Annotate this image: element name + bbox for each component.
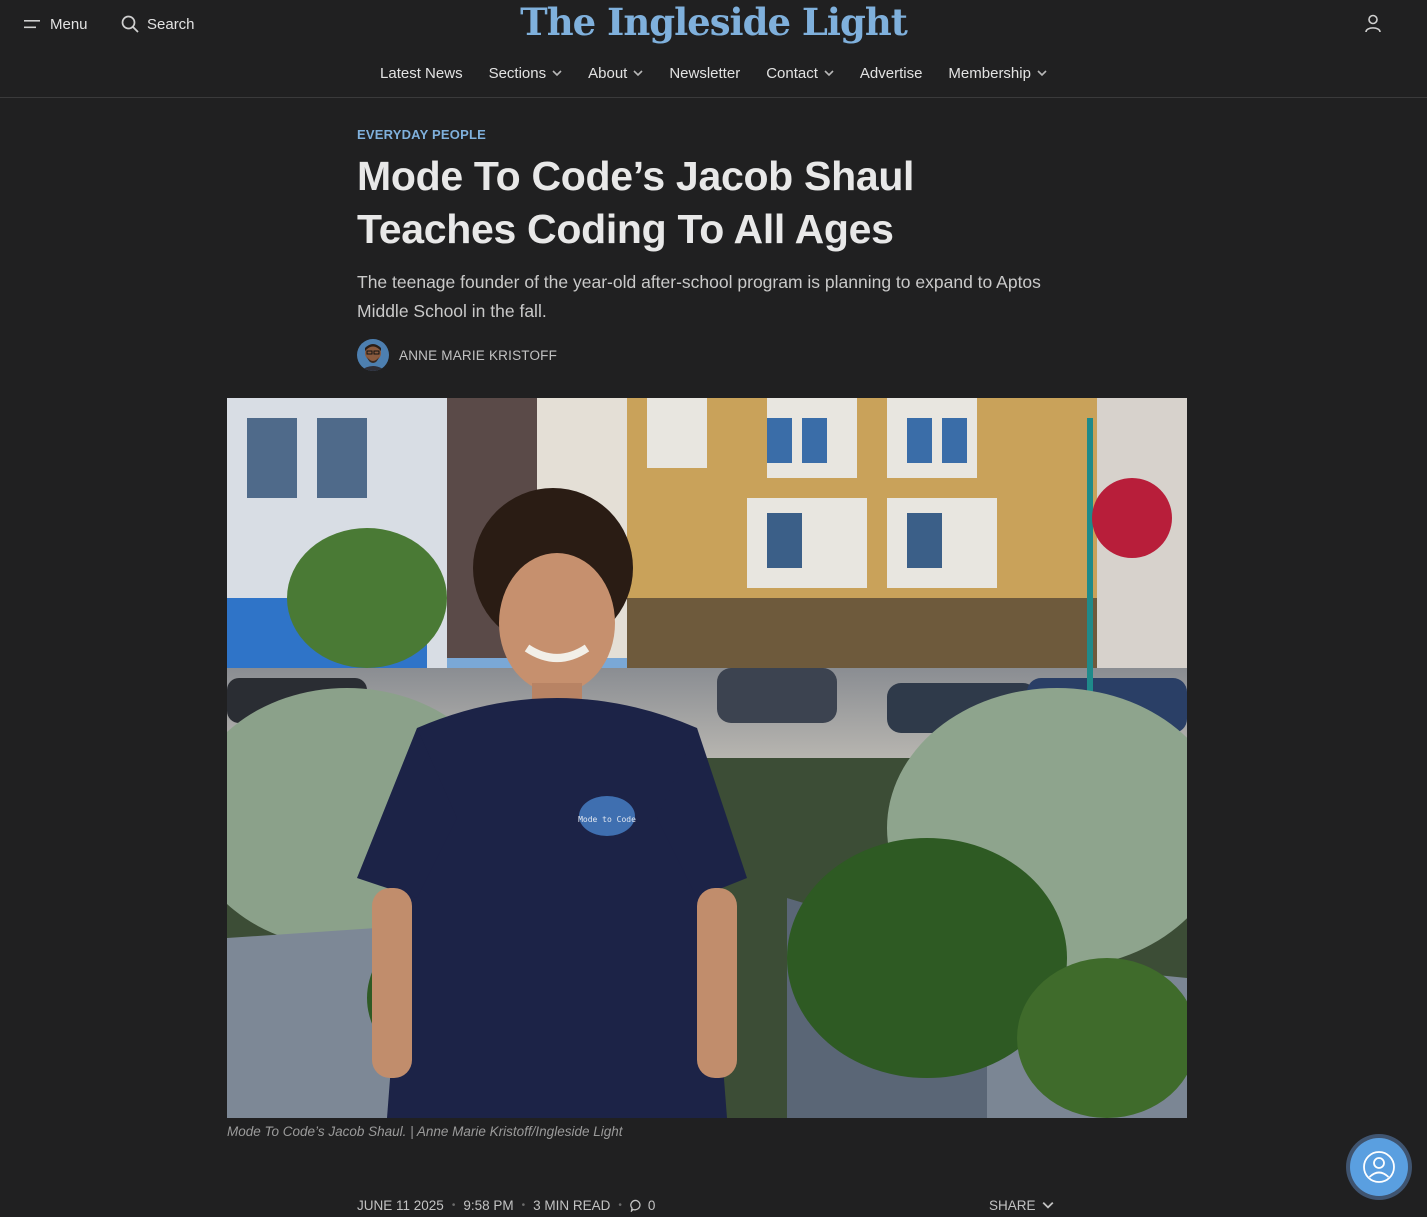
user-circle-icon [1363, 1151, 1395, 1183]
site-logo[interactable]: The Ingleside Light [0, 0, 1427, 44]
title-line-2: Teaches Coding To All Ages [357, 206, 894, 252]
separator-dot: • [618, 1199, 622, 1211]
fab-inner [1350, 1138, 1408, 1196]
title-line-1: Mode To Code’s Jacob Shaul [357, 153, 915, 199]
article-kicker[interactable]: EVERYDAY PEOPLE [357, 127, 486, 142]
read-time: 3 MIN READ [533, 1197, 611, 1213]
comments-link[interactable]: 0 [630, 1197, 656, 1213]
comment-count: 0 [647, 1197, 656, 1213]
nav-item-label: Membership [948, 64, 1031, 82]
nav-item-label: Newsletter [669, 64, 741, 82]
nav-item-label: Contact [766, 64, 818, 82]
publish-time: 9:58 PM [463, 1197, 514, 1213]
site-header: Menu Search The Ingleside Light Latest N… [0, 0, 1427, 98]
image-caption: Mode To Code’s Jacob Shaul. | Anne Marie… [227, 1124, 623, 1139]
nav-item-newsletter[interactable]: Newsletter [669, 60, 740, 86]
author-name[interactable]: ANNE MARIE KRISTOFF [399, 348, 557, 363]
user-icon [1365, 14, 1381, 33]
account-button[interactable] [1362, 12, 1384, 34]
article-dek: The teenage founder of the year-old afte… [357, 272, 1041, 321]
chevron-down-icon [633, 70, 643, 77]
nav-item-label: Sections [488, 64, 547, 82]
byline: ANNE MARIE KRISTOFF [357, 339, 557, 371]
nav-item-sections[interactable]: Sections [489, 60, 563, 86]
nav-item-label: About [588, 64, 628, 82]
chevron-down-icon [824, 70, 834, 77]
shirt-logo-text: Mode to Code [578, 815, 636, 824]
publish-date: JUNE 11 2025 [357, 1197, 444, 1213]
nav-item-membership[interactable]: Membership [948, 60, 1047, 86]
hero-image: Mode to Code [227, 398, 1187, 1118]
share-label: SHARE [989, 1197, 1036, 1213]
chevron-down-icon [552, 70, 562, 77]
separator-dot: • [521, 1199, 526, 1211]
nav-item-about[interactable]: About [588, 60, 643, 86]
chevron-down-icon [1042, 1201, 1053, 1209]
chevron-down-icon [1037, 70, 1047, 77]
article-meta: JUNE 11 2025 • 9:58 PM • 3 MIN READ • 0 [357, 1196, 655, 1214]
nav-item-contact[interactable]: Contact [766, 60, 834, 86]
article-title: Mode To Code’s Jacob Shaul Teaches Codin… [357, 150, 1057, 256]
nav-item-latest-news[interactable]: Latest News [380, 60, 463, 86]
main-nav: Latest News Sections About Newsletter Co… [0, 60, 1427, 86]
nav-item-label: Advertise [859, 64, 923, 82]
avatar[interactable] [357, 339, 389, 371]
share-button[interactable]: SHARE [989, 1196, 1054, 1214]
nav-item-label: Latest News [380, 64, 463, 82]
separator-dot: • [451, 1199, 456, 1211]
comment-icon [630, 1199, 641, 1212]
floating-account-button[interactable] [1346, 1134, 1412, 1200]
nav-item-advertise[interactable]: Advertise [860, 60, 923, 86]
